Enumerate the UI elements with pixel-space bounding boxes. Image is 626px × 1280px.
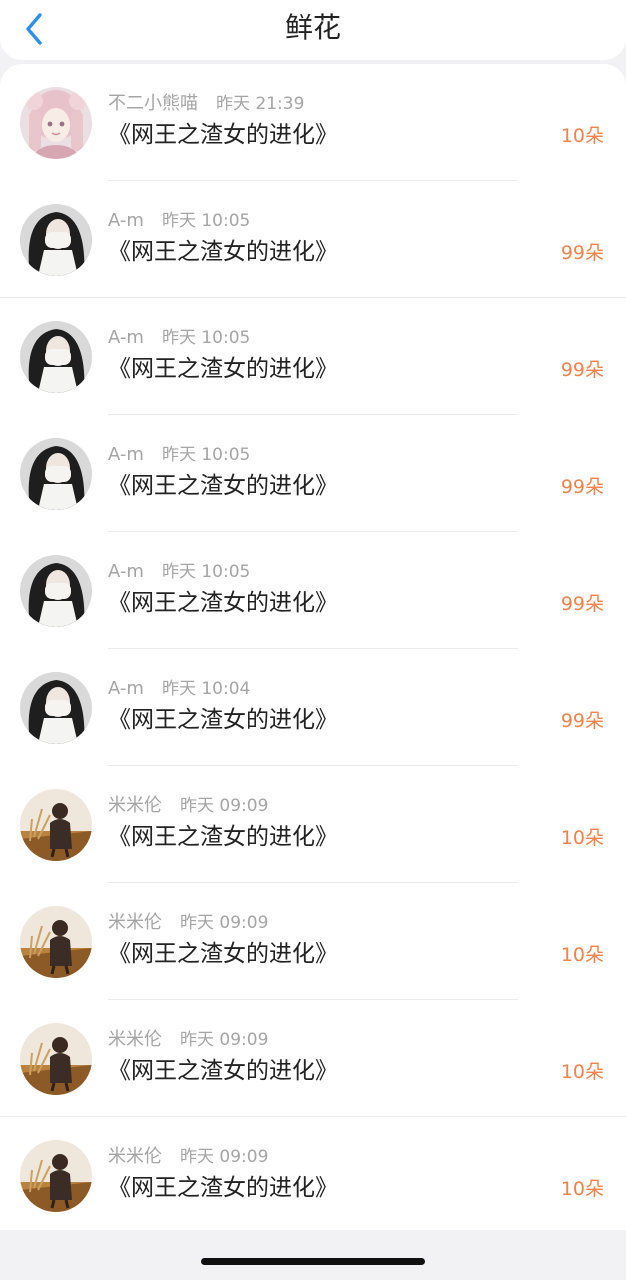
flower-count: 10朵: [560, 125, 604, 147]
list-item[interactable]: 米米伦 昨天 09:09 《网王之渣女的进化》 10朵: [0, 883, 626, 1000]
list-item[interactable]: A-m 昨天 10:05 《网王之渣女的进化》 99朵: [0, 181, 626, 298]
record-meta: A-m 昨天 10:05: [108, 561, 250, 583]
timestamp: 昨天 09:09: [180, 913, 269, 933]
book-title[interactable]: 《网王之渣女的进化》: [108, 939, 338, 969]
flower-count: 10朵: [560, 1061, 604, 1083]
list-item[interactable]: 米米伦 昨天 09:09 《网王之渣女的进化》 10朵: [0, 1117, 626, 1230]
avatar[interactable]: [20, 321, 92, 393]
timestamp: 昨天 09:09: [180, 796, 269, 816]
home-indicator[interactable]: [201, 1258, 425, 1265]
book-title[interactable]: 《网王之渣女的进化》: [108, 822, 338, 852]
flower-count: 99朵: [560, 593, 604, 615]
list-item[interactable]: 米米伦 昨天 09:09 《网王之渣女的进化》 10朵: [0, 1000, 626, 1117]
flower-record-list: 不二小熊喵 昨天 21:39 《网王之渣女的进化》 10朵 A-m 昨天 10:05…: [0, 64, 626, 1230]
book-title[interactable]: 《网王之渣女的进化》: [108, 237, 338, 267]
record-meta: 不二小熊喵 昨天 21:39: [108, 93, 304, 115]
timestamp: 昨天 21:39: [216, 94, 305, 114]
book-title[interactable]: 《网王之渣女的进化》: [108, 1173, 338, 1203]
user-name: 米米伦: [108, 1146, 162, 1167]
list-item[interactable]: A-m 昨天 10:05 《网王之渣女的进化》 99朵: [0, 532, 626, 649]
record-meta: A-m 昨天 10:04: [108, 678, 250, 700]
record-meta: A-m 昨天 10:05: [108, 210, 250, 232]
avatar[interactable]: [20, 555, 92, 627]
list-item[interactable]: 不二小熊喵 昨天 21:39 《网王之渣女的进化》 10朵: [0, 64, 626, 181]
flower-count: 99朵: [560, 710, 604, 732]
book-title[interactable]: 《网王之渣女的进化》: [108, 705, 338, 735]
user-name: A-m: [108, 561, 144, 582]
book-title[interactable]: 《网王之渣女的进化》: [108, 120, 338, 150]
avatar[interactable]: [20, 672, 92, 744]
boy-in-field-avatar: [20, 1140, 92, 1212]
bottom-safe-area: [0, 1230, 626, 1280]
avatar[interactable]: [20, 204, 92, 276]
record-meta: A-m 昨天 10:05: [108, 444, 250, 466]
flower-count: 10朵: [560, 1178, 604, 1200]
list-item[interactable]: A-m 昨天 10:04 《网王之渣女的进化》 99朵: [0, 649, 626, 766]
flower-count: 99朵: [560, 242, 604, 264]
list-item[interactable]: A-m 昨天 10:05 《网王之渣女的进化》 99朵: [0, 298, 626, 415]
avatar[interactable]: [20, 1140, 92, 1212]
avatar[interactable]: [20, 87, 92, 159]
boy-in-field-avatar: [20, 906, 92, 978]
dark-hair-girl-avatar: [20, 204, 92, 276]
avatar[interactable]: [20, 1023, 92, 1095]
boy-in-field-avatar: [20, 1023, 92, 1095]
record-meta: 米米伦 昨天 09:09: [108, 912, 268, 934]
user-name: 米米伦: [108, 912, 162, 933]
flower-count: 10朵: [560, 827, 604, 849]
record-meta: 米米伦 昨天 09:09: [108, 1146, 268, 1168]
dark-hair-girl-avatar: [20, 321, 92, 393]
timestamp: 昨天 10:05: [161, 328, 251, 348]
flower-count: 99朵: [560, 359, 604, 381]
record-meta: 米米伦 昨天 09:09: [108, 1029, 268, 1051]
top-bar: 鲜花: [0, 0, 626, 60]
dark-hair-girl-avatar: [20, 555, 92, 627]
user-name: 米米伦: [108, 1029, 162, 1050]
user-name: 不二小熊喵: [108, 93, 198, 114]
book-title[interactable]: 《网王之渣女的进化》: [108, 1056, 338, 1086]
dark-hair-girl-avatar: [20, 672, 92, 744]
timestamp: 昨天 09:09: [180, 1147, 269, 1167]
book-title[interactable]: 《网王之渣女的进化》: [108, 588, 338, 618]
user-name: A-m: [108, 327, 144, 348]
page-title: 鲜花: [284, 11, 341, 44]
user-name: A-m: [108, 678, 144, 699]
avatar[interactable]: [20, 906, 92, 978]
avatar[interactable]: [20, 438, 92, 510]
user-name: A-m: [108, 444, 144, 465]
list-item[interactable]: 米米伦 昨天 09:09 《网王之渣女的进化》 10朵: [0, 766, 626, 883]
pink-hair-girl-avatar: [20, 87, 92, 159]
timestamp: 昨天 10:05: [161, 562, 251, 582]
record-meta: 米米伦 昨天 09:09: [108, 795, 268, 817]
list-item[interactable]: A-m 昨天 10:05 《网王之渣女的进化》 99朵: [0, 415, 626, 532]
dark-hair-girl-avatar: [20, 438, 92, 510]
book-title[interactable]: 《网王之渣女的进化》: [108, 471, 338, 501]
flower-count: 99朵: [560, 476, 604, 498]
timestamp: 昨天 10:04: [161, 679, 251, 699]
timestamp: 昨天 10:05: [161, 445, 251, 465]
user-name: A-m: [108, 210, 144, 231]
book-title[interactable]: 《网王之渣女的进化》: [108, 354, 338, 384]
timestamp: 昨天 09:09: [180, 1030, 269, 1050]
boy-in-field-avatar: [20, 789, 92, 861]
timestamp: 昨天 10:05: [161, 211, 251, 231]
flower-count: 10朵: [560, 944, 604, 966]
user-name: 米米伦: [108, 795, 162, 816]
record-meta: A-m 昨天 10:05: [108, 327, 250, 349]
avatar[interactable]: [20, 789, 92, 861]
